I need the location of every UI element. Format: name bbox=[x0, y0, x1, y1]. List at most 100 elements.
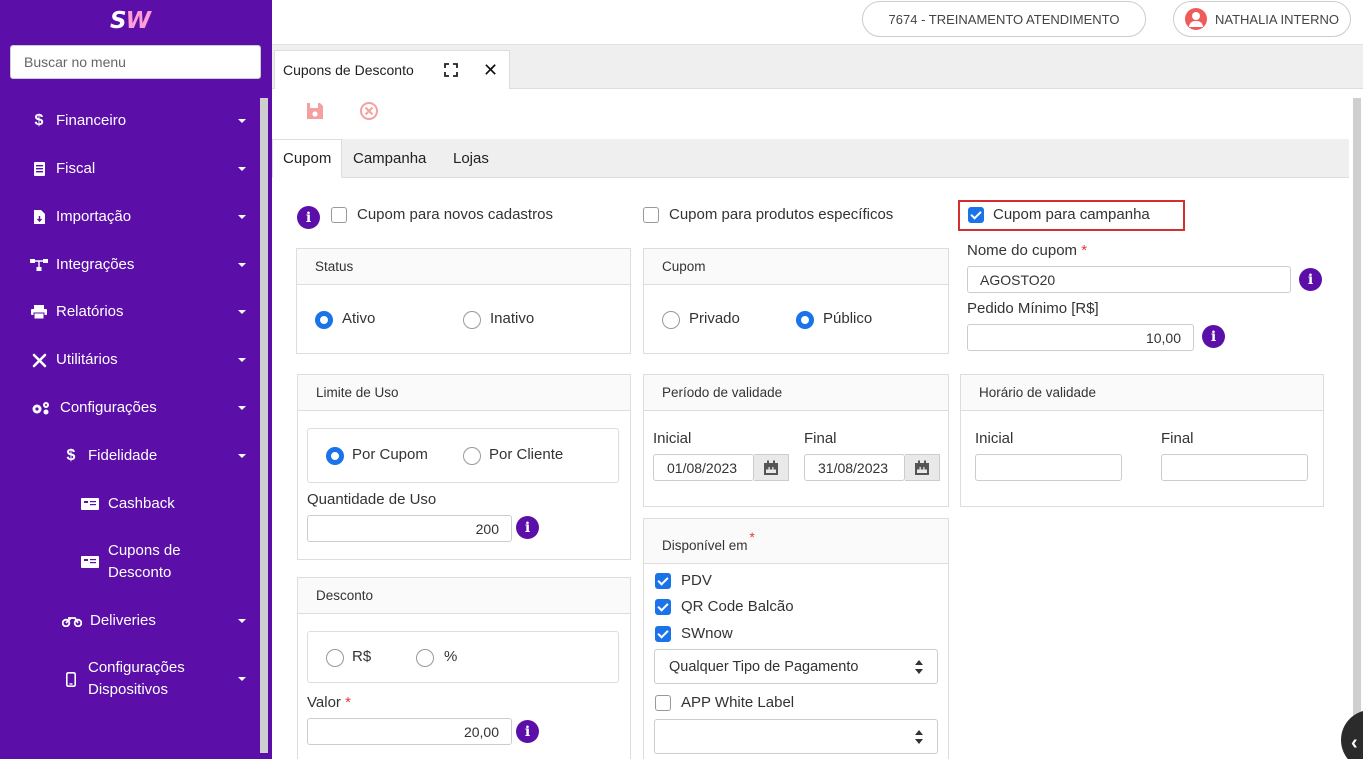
sidebar-item-financeiro[interactable]: $ Financeiro bbox=[30, 98, 262, 144]
status-panel-title: Status bbox=[297, 249, 630, 285]
user-menu[interactable]: NATHALIA INTERNO bbox=[1173, 1, 1351, 37]
calendar-icon[interactable] bbox=[754, 454, 789, 481]
por-cupom-radio[interactable] bbox=[326, 447, 344, 465]
chevron-down-icon bbox=[238, 454, 246, 458]
desconto-reais-radio[interactable] bbox=[326, 649, 344, 667]
tab-campanha[interactable]: Campanha bbox=[343, 139, 436, 178]
sidebar-item-label: Cashback bbox=[108, 495, 175, 512]
sidebar-item-utilitarios[interactable]: Utilitários bbox=[30, 337, 262, 383]
quantidade-uso-label: Quantidade de Uso bbox=[307, 491, 437, 508]
valor-label: Valor * bbox=[307, 694, 351, 711]
desconto-options: R$ % bbox=[307, 631, 619, 683]
save-icon[interactable] bbox=[305, 101, 325, 121]
cupom-privado-radio[interactable] bbox=[662, 311, 680, 329]
por-cliente-radio[interactable] bbox=[463, 447, 481, 465]
store-selector[interactable]: 7674 - TREINAMENTO ATENDIMENTO bbox=[862, 1, 1146, 37]
periodo-inicial-input[interactable]: 01/08/2023 bbox=[653, 454, 754, 481]
valor-input[interactable]: 20,00 bbox=[307, 718, 512, 745]
tab-cupom[interactable]: Cupom bbox=[272, 139, 343, 178]
status-inativo-radio[interactable] bbox=[463, 311, 481, 329]
desconto-panel: Desconto R$ % Valor * 20,00 i bbox=[297, 577, 631, 759]
periodo-validade-panel: Período de validade Inicial Final 01/08/… bbox=[643, 374, 949, 507]
tab-label: Campanha bbox=[353, 150, 427, 167]
chevron-down-icon bbox=[238, 406, 246, 410]
white-label-select[interactable] bbox=[654, 719, 938, 754]
pedido-minimo-label: Pedido Mínimo [R$] bbox=[967, 300, 1099, 317]
info-icon[interactable]: i bbox=[297, 206, 320, 229]
sidebar-item-relatorios[interactable]: Relatórios bbox=[30, 289, 262, 335]
novos-cadastros-checkbox[interactable] bbox=[331, 207, 347, 223]
qr-code-balcao-label: QR Code Balcão bbox=[681, 598, 794, 615]
sidebar-item-label: Integrações bbox=[56, 256, 135, 273]
sidebar-item-cashback[interactable]: Cashback bbox=[80, 481, 262, 527]
app-logo[interactable]: SW bbox=[110, 8, 151, 34]
quantidade-uso-input[interactable]: 200 bbox=[307, 515, 512, 542]
dollar-icon: $ bbox=[34, 112, 44, 129]
file-import-icon bbox=[30, 209, 48, 225]
select-arrows-icon bbox=[915, 730, 923, 744]
tab-lojas[interactable]: Lojas bbox=[443, 139, 499, 178]
sidebar-item-configuracoes[interactable]: Configurações bbox=[30, 385, 262, 431]
info-icon[interactable]: i bbox=[516, 720, 539, 743]
desconto-panel-title: Desconto bbox=[298, 578, 630, 614]
expand-icon[interactable] bbox=[444, 63, 458, 77]
sidebar-item-integracoes[interactable]: Integrações bbox=[30, 242, 262, 288]
sidebar-item-deliveries[interactable]: Deliveries bbox=[62, 598, 262, 644]
app-white-label-checkbox[interactable] bbox=[655, 695, 671, 711]
limite-uso-panel: Limite de Uso Por Cupom Por Cliente Quan… bbox=[297, 374, 631, 560]
sidebar-item-fiscal[interactable]: Fiscal bbox=[30, 146, 262, 192]
tab-label: Cupom bbox=[283, 150, 332, 167]
pedido-minimo-input[interactable]: 10,00 bbox=[967, 324, 1194, 351]
ticket-icon bbox=[80, 496, 99, 512]
status-ativo-radio[interactable] bbox=[315, 311, 333, 329]
cupom-privado-label: Privado bbox=[689, 310, 740, 327]
desconto-percent-label: % bbox=[444, 648, 458, 665]
sidebar-item-label: Cupons de Desconto bbox=[108, 542, 181, 581]
periodo-final-value: 31/08/2023 bbox=[818, 459, 889, 476]
content-scrollbar[interactable] bbox=[1353, 98, 1361, 753]
horario-inicial-input[interactable] bbox=[975, 454, 1122, 481]
form-tabs: Cupom Campanha Lojas bbox=[272, 139, 1349, 178]
user-name: NATHALIA INTERNO bbox=[1214, 11, 1339, 27]
horario-final-input[interactable] bbox=[1161, 454, 1308, 481]
sidebar-item-cupons-de-desconto[interactable]: Cupons de Desconto bbox=[80, 539, 262, 585]
payment-type-select[interactable]: Qualquer Tipo de Pagamento bbox=[654, 649, 938, 684]
document-tab-strip: Cupons de Desconto ✕ bbox=[272, 45, 1363, 89]
sidebar-item-label: Importação bbox=[56, 208, 132, 225]
info-icon[interactable]: i bbox=[1299, 268, 1322, 291]
menu-search-input[interactable] bbox=[10, 45, 261, 79]
sidebar-item-label: Deliveries bbox=[90, 612, 156, 629]
doc-tab-cupons-de-desconto[interactable]: Cupons de Desconto ✕ bbox=[274, 50, 510, 89]
qr-code-balcao-checkbox[interactable] bbox=[655, 599, 671, 615]
close-tab-icon[interactable]: ✕ bbox=[483, 60, 498, 81]
status-inativo-label: Inativo bbox=[490, 310, 535, 327]
sidebar-scrollbar[interactable] bbox=[260, 98, 268, 753]
payment-type-value: Qualquer Tipo de Pagamento bbox=[669, 658, 859, 675]
nome-cupom-input[interactable]: AGOSTO20 bbox=[967, 266, 1291, 293]
app-white-label-label: APP White Label bbox=[681, 694, 795, 711]
nome-cupom-value: AGOSTO20 bbox=[980, 271, 1056, 288]
collapse-panel-button[interactable]: ‹ bbox=[1341, 710, 1363, 759]
sidebar-item-configuracoes-dispositivos[interactable]: Configurações Dispositivos bbox=[62, 656, 262, 702]
document-icon bbox=[30, 161, 48, 177]
limite-uso-options: Por Cupom Por Cliente bbox=[307, 428, 619, 483]
info-icon[interactable]: i bbox=[1202, 325, 1225, 348]
sidebar-item-importacao[interactable]: Importação bbox=[30, 194, 262, 240]
cancel-icon[interactable] bbox=[359, 101, 379, 121]
required-marker: * bbox=[345, 694, 351, 711]
calendar-icon[interactable] bbox=[905, 454, 940, 481]
info-icon[interactable]: i bbox=[516, 516, 539, 539]
pedido-minimo-value: 10,00 bbox=[1145, 329, 1181, 346]
sidebar-item-label: Fiscal bbox=[56, 160, 96, 177]
pdv-checkbox[interactable] bbox=[655, 573, 671, 589]
chevron-down-icon bbox=[238, 263, 246, 267]
swnow-checkbox[interactable] bbox=[655, 626, 671, 642]
periodo-final-input[interactable]: 31/08/2023 bbox=[804, 454, 905, 481]
produtos-especificos-checkbox[interactable] bbox=[643, 207, 659, 223]
network-icon bbox=[30, 257, 48, 273]
sidebar-item-label: Fidelidade bbox=[88, 447, 158, 464]
sidebar-item-fidelidade[interactable]: $ Fidelidade bbox=[62, 433, 262, 479]
desconto-percent-radio[interactable] bbox=[416, 649, 434, 667]
cupom-publico-radio[interactable] bbox=[796, 311, 814, 329]
campanha-checkbox[interactable] bbox=[968, 207, 984, 223]
